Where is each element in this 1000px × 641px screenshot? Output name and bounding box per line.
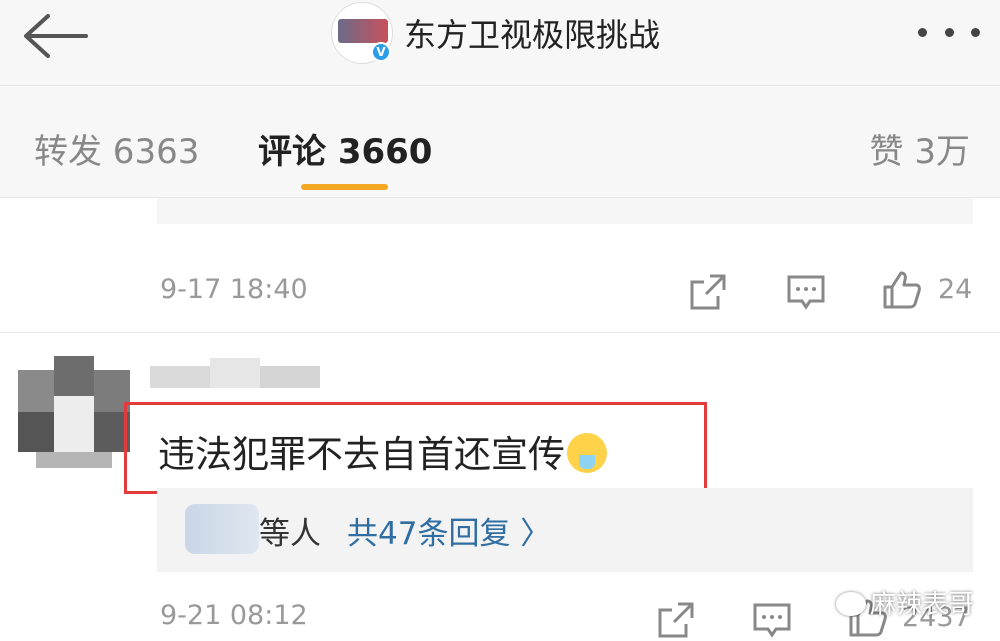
divider xyxy=(0,332,1000,333)
back-arrow-icon[interactable] xyxy=(22,14,88,58)
watermark-text: 麻辣表哥 xyxy=(870,590,975,620)
commenter-avatar[interactable] xyxy=(18,356,130,468)
comment-timestamp: 9-21 08:12 xyxy=(160,600,308,631)
more-dots-icon[interactable] xyxy=(918,14,980,50)
commenter-name-blurred[interactable] xyxy=(150,358,320,392)
show-logo-image xyxy=(338,19,388,43)
like-icon[interactable] xyxy=(882,270,922,310)
account-avatar[interactable]: V xyxy=(331,2,393,64)
comment-icon[interactable] xyxy=(752,600,792,640)
view-replies-link[interactable]: 共47条回复 〉 xyxy=(347,508,551,553)
previous-reply-box xyxy=(157,198,973,224)
watermark: 麻辣表哥 xyxy=(836,584,974,621)
tab-repost[interactable]: 转发 6363 xyxy=(34,124,199,173)
red-highlight-box xyxy=(124,402,707,494)
verified-badge-icon: V xyxy=(371,42,391,62)
comment-timestamp: 9-17 18:40 xyxy=(160,274,308,305)
tab-likes[interactable]: 赞 3万 xyxy=(870,124,970,173)
tab-comments[interactable]: 评论 3660 xyxy=(258,124,432,173)
comment-icon[interactable] xyxy=(786,272,826,312)
wechat-icon xyxy=(836,592,866,616)
like-count: 24 xyxy=(938,274,973,305)
tab-bar: 转发 6363 评论 3660 赞 3万 xyxy=(0,86,1000,198)
share-icon[interactable] xyxy=(688,272,728,312)
active-tab-indicator xyxy=(301,184,388,190)
comment-list: 9-17 18:40 24 违法犯罪不去自首还宣传 等人 共47条回复 〉 9-… xyxy=(0,198,1000,641)
top-bar: V 东方卫视极限挑战 xyxy=(0,0,1000,86)
account-title[interactable]: 东方卫视极限挑战 xyxy=(404,10,660,56)
replier-names-blurred xyxy=(185,504,259,554)
share-icon[interactable] xyxy=(656,600,696,640)
reply-suffix: 等人 xyxy=(259,516,321,552)
reply-preview-box[interactable]: 等人 共47条回复 〉 xyxy=(157,488,973,572)
